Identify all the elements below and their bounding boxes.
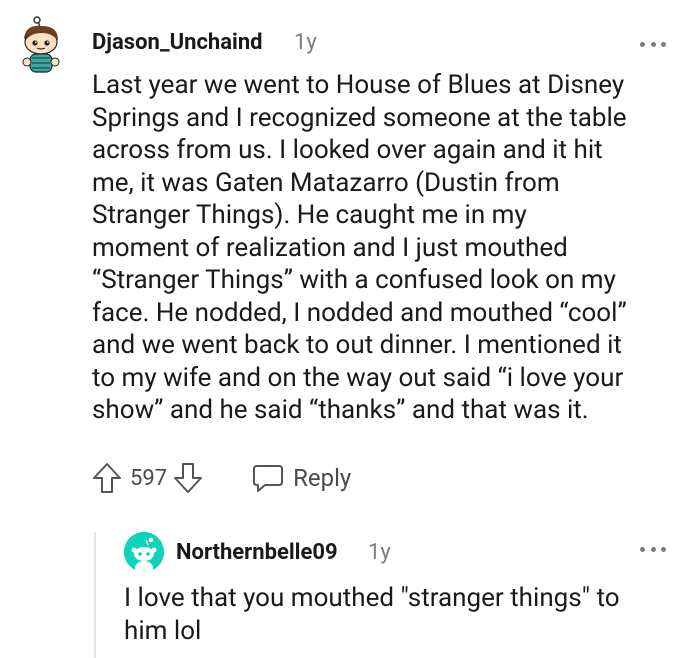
comment-body-line: and we went back to out dinner. I mentio… — [92, 330, 622, 360]
downvote-arrow-icon[interactable] — [173, 462, 203, 494]
snoo-avatar-icon — [124, 532, 164, 572]
comment-body-line: Springs and I recognized someone at the … — [92, 102, 627, 133]
avatar[interactable] — [18, 16, 64, 74]
comment-body-line: show” and he said “thanks” and that was … — [92, 395, 589, 425]
comment-body-line: face. He nodded, I nodded and mouthed “c… — [92, 297, 627, 328]
comment-body-line: across from us. I looked over again and … — [92, 135, 603, 165]
reply-button[interactable]: Reply — [251, 463, 351, 493]
reply-age: 1y — [368, 540, 391, 565]
comment-body-line: moment of realization and I just mouthed — [92, 232, 568, 263]
comment-actions: 597 Reply — [92, 458, 351, 498]
snoo-avatar-icon — [22, 16, 60, 73]
comment-body-line: “Stranger Things” with a confused look o… — [92, 265, 616, 295]
comment-username[interactable]: Djason_Unchaind — [92, 30, 263, 55]
comment-body-line: Stranger Things). He caught me in my — [92, 200, 527, 230]
reply-body: I love that you mouthed "stranger things… — [124, 582, 620, 647]
reply-body-line: him lol — [124, 615, 202, 646]
reply-bubble-icon — [253, 465, 284, 492]
more-options-icon[interactable] — [640, 39, 666, 49]
reply-username[interactable]: Northernbelle09 — [176, 540, 338, 565]
comment-body-line: me, it was Gaten Matazarro (Dustin from — [92, 167, 560, 198]
vote-score: 597 — [130, 465, 168, 491]
comment-body-line: to my wife and on the way out said “i lo… — [92, 362, 624, 393]
reply-body-line: I love that you mouthed "stranger things… — [124, 583, 620, 613]
comment-age: 1y — [294, 30, 317, 55]
more-options-icon[interactable] — [640, 544, 666, 554]
comment-body-line: Last year we went to House of Blues at D… — [92, 70, 625, 100]
comment-body: Last year we went to House of Blues at D… — [92, 69, 627, 427]
reply-avatar[interactable] — [124, 532, 164, 572]
thread-line[interactable] — [94, 532, 96, 658]
upvote-arrow-icon[interactable] — [92, 462, 122, 494]
reply-label: Reply — [293, 464, 352, 492]
